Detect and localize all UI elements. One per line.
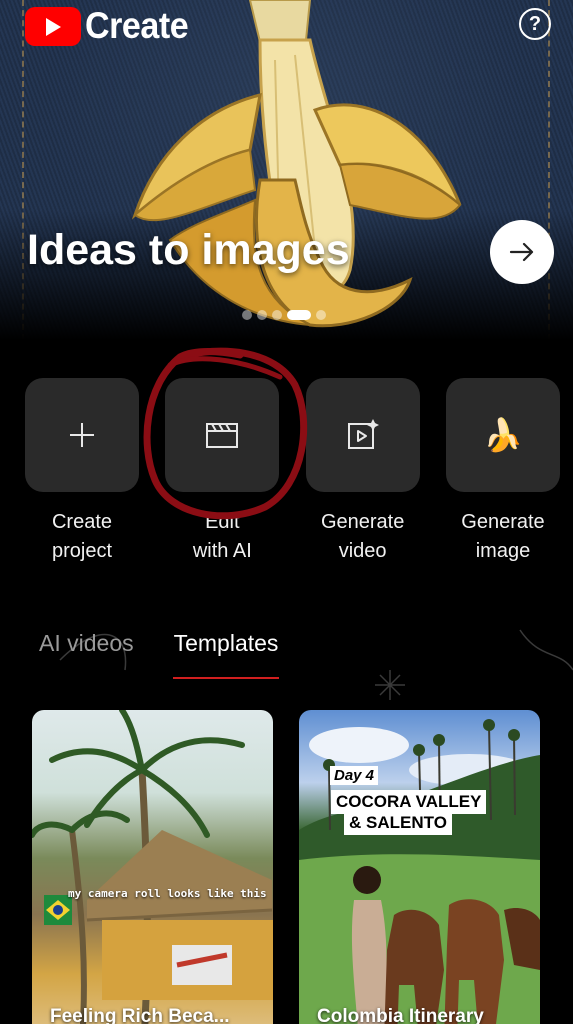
help-icon[interactable]: ? (519, 8, 551, 40)
hero-title: Ideas to images (27, 226, 350, 274)
card-day-label: Day 4 (330, 766, 379, 785)
carousel-dot[interactable] (242, 310, 252, 320)
plus-icon (70, 423, 94, 447)
generate-image-button[interactable]: 🍌 Generate image (445, 378, 560, 566)
action-tile[interactable] (25, 378, 139, 492)
action-tile[interactable]: 🍌 (445, 378, 560, 492)
card-headline-line: & SALENTO (344, 811, 452, 835)
template-card[interactable]: Day 4 COCORA VALLEY & SALENTO Colombia I… (299, 710, 540, 1024)
action-tile[interactable] (165, 378, 280, 492)
carousel-dot[interactable] (257, 310, 267, 320)
app-brand: Create (25, 5, 197, 47)
edit-with-ai-button[interactable]: Edit with AI (165, 378, 280, 566)
clapperboard-icon (206, 423, 239, 448)
denim-seam (548, 0, 556, 340)
card-overlay-text: my camera roll looks like this (68, 887, 267, 900)
hero-next-button[interactable] (490, 220, 554, 284)
create-project-button[interactable]: Create project (25, 378, 139, 566)
banana-icon: 🍌 (483, 417, 523, 453)
card-title: Feeling Rich Beca... (50, 1006, 230, 1024)
youtube-play-icon (25, 6, 81, 46)
carousel-indicator (242, 310, 326, 320)
carousel-dot[interactable] (272, 310, 282, 320)
denim-seam (22, 0, 30, 340)
action-label: Generate image (461, 511, 545, 562)
action-label: Edit with AI (192, 511, 252, 562)
quick-actions: Create project Edit with AI Generate video (25, 378, 560, 566)
tab-ai-videos[interactable]: AI videos (39, 630, 134, 667)
hero-banner[interactable]: Create ? Ideas to images (0, 0, 573, 340)
arrow-right-icon (509, 242, 534, 262)
card-thumbnail (32, 710, 273, 1024)
action-label: Create project (51, 511, 113, 562)
generate-video-button[interactable]: Generate video (305, 378, 420, 566)
banana-illustration (131, 0, 462, 328)
video-sparkle-icon (347, 419, 379, 449)
action-tile[interactable] (305, 378, 420, 492)
content-tabs: AI videos Templates (39, 630, 280, 679)
help-glyph: ? (528, 12, 542, 35)
carousel-dot-active[interactable] (287, 310, 311, 320)
card-title: Colombia Itinerary (317, 1006, 484, 1024)
brand-text: Create (85, 5, 189, 46)
card-thumbnail (299, 719, 540, 1024)
template-card[interactable]: my camera roll looks like this Feeling R… (32, 710, 273, 1024)
carousel-dot[interactable] (316, 310, 326, 320)
tab-templates[interactable]: Templates (172, 630, 280, 679)
action-label: Generate video (320, 511, 405, 562)
